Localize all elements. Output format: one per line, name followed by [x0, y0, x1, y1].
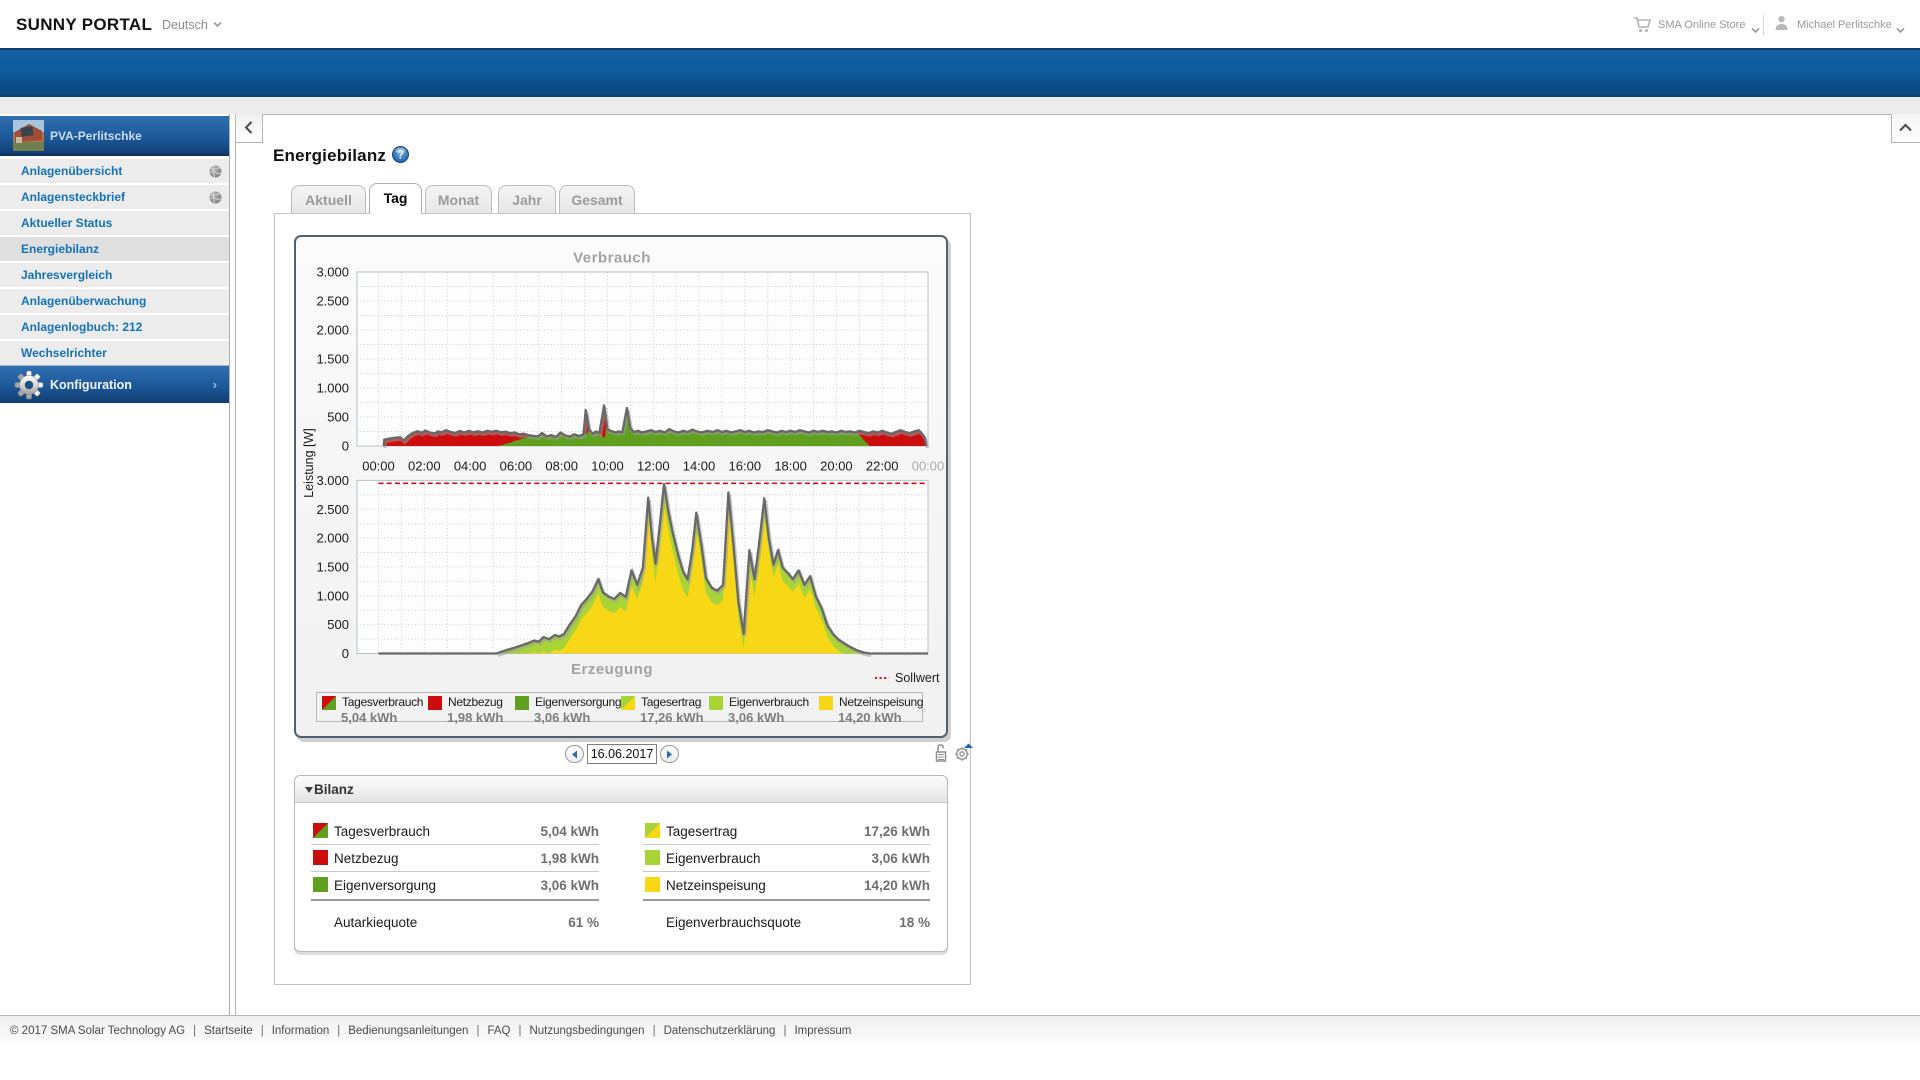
svg-text:12:00: 12:00 [637, 459, 670, 474]
svg-text:20:00: 20:00 [820, 459, 853, 474]
svg-text:0: 0 [342, 646, 349, 661]
svg-text:Verbrauch: Verbrauch [573, 250, 651, 267]
svg-text:1.500: 1.500 [316, 352, 349, 367]
svg-text:08:00: 08:00 [545, 459, 578, 474]
svg-text:04:00: 04:00 [454, 459, 487, 474]
svg-text:14:00: 14:00 [683, 459, 716, 474]
svg-text:500: 500 [327, 410, 349, 425]
svg-text:?: ? [397, 150, 404, 162]
svg-text:Leistung [W]: Leistung [W] [302, 428, 316, 497]
svg-text:3.000: 3.000 [316, 265, 349, 280]
svg-text:1.000: 1.000 [316, 588, 349, 603]
svg-text:2.000: 2.000 [316, 323, 349, 338]
svg-text:22:00: 22:00 [866, 459, 899, 474]
svg-text:2.500: 2.500 [316, 502, 349, 517]
svg-text:06:00: 06:00 [500, 459, 533, 474]
svg-text:18:00: 18:00 [774, 459, 807, 474]
svg-text:Erzeugung: Erzeugung [571, 661, 653, 678]
svg-text:02:00: 02:00 [408, 459, 441, 474]
svg-text:500: 500 [327, 617, 349, 632]
svg-text:1.500: 1.500 [316, 559, 349, 574]
svg-text:10:00: 10:00 [591, 459, 624, 474]
svg-text:16:00: 16:00 [729, 459, 762, 474]
svg-text:1.000: 1.000 [316, 381, 349, 396]
svg-text:00:00: 00:00 [362, 459, 395, 474]
svg-text:0: 0 [342, 439, 349, 454]
svg-text:2.000: 2.000 [316, 531, 349, 546]
svg-text:3.000: 3.000 [316, 473, 349, 488]
svg-text:Sollwert: Sollwert [895, 671, 940, 685]
svg-text:00:00: 00:00 [912, 459, 945, 474]
svg-text:2.500: 2.500 [316, 294, 349, 309]
